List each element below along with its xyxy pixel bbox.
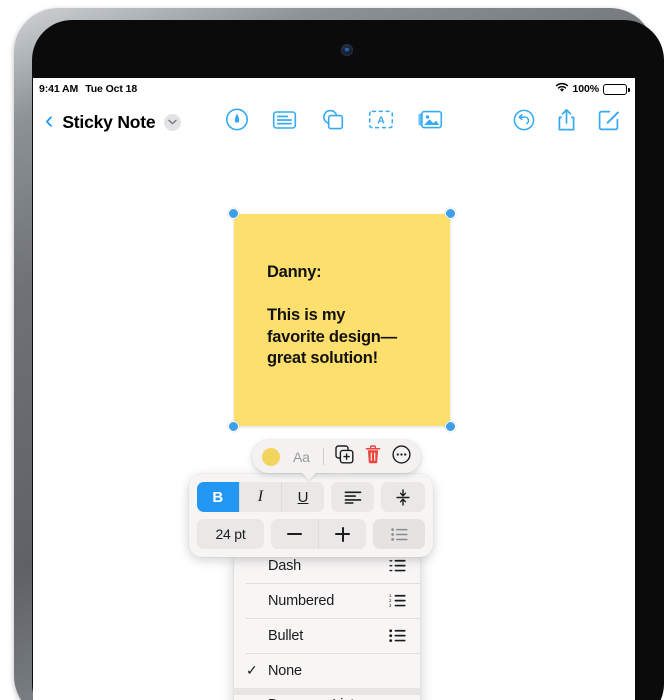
wifi-icon <box>555 82 569 96</box>
list-style-button[interactable] <box>373 519 425 549</box>
status-bar-left: 9:41 AM Tue Oct 18 <box>39 83 137 95</box>
duplicate-icon[interactable] <box>335 444 354 469</box>
format-row-style: B I U <box>197 482 425 512</box>
sticky-note-object[interactable]: Danny: This is my favorite design— great… <box>228 208 456 432</box>
object-toolbar: Aa <box>252 440 421 480</box>
nav-bar-left: ‹ Sticky Note <box>45 108 182 136</box>
status-date: Tue Oct 18 <box>85 83 138 95</box>
battery-icon <box>603 83 630 95</box>
more-ellipsis-icon[interactable] <box>392 444 411 469</box>
plus-icon <box>335 526 351 542</box>
note-line-1: Danny: <box>267 263 322 281</box>
sticky-note-icon[interactable]: A <box>368 109 394 135</box>
increase-font-size-button[interactable] <box>319 519 367 549</box>
selection-handle-top-left[interactable] <box>228 208 239 219</box>
text-box-icon[interactable] <box>272 109 297 136</box>
list-bullet-icon <box>389 629 406 642</box>
nav-bar-right <box>513 108 621 137</box>
menu-item-bullet[interactable]: Bullet <box>234 618 420 653</box>
font-size-field[interactable]: 24 pt <box>197 519 265 549</box>
menu-label-numbered: Numbered <box>268 592 335 609</box>
nav-bar: ‹ Sticky Note A <box>33 100 635 144</box>
text-style-button[interactable]: Aa <box>291 449 312 465</box>
text-style-segmented-control: B I U <box>197 482 324 512</box>
note-blank-line <box>267 284 440 305</box>
toolbar-divider <box>322 448 324 465</box>
compose-icon[interactable] <box>598 108 621 136</box>
list-style-menu: Dash Numbered 1 2 3 Bullet ✓ None <box>234 548 420 700</box>
shapes-icon[interactable] <box>321 108 345 136</box>
note-line-4: great solution! <box>267 349 378 368</box>
selection-handle-bottom-left[interactable] <box>228 421 239 432</box>
color-swatch-button[interactable] <box>262 447 280 466</box>
svg-text:3: 3 <box>389 603 392 607</box>
menu-item-decrease-list-level[interactable]: Decrease List Level <box>234 695 420 700</box>
status-bar-right: 100% <box>555 82 630 96</box>
svg-text:A: A <box>377 115 385 127</box>
document-canvas[interactable]: Danny: This is my favorite design— great… <box>33 144 635 700</box>
align-left-icon[interactable] <box>330 482 375 512</box>
page-title: Sticky Note <box>62 111 156 132</box>
font-size-stepper <box>271 519 367 549</box>
menu-separator <box>234 688 420 695</box>
selection-handle-top-right[interactable] <box>445 208 456 219</box>
bold-button[interactable]: B <box>197 482 240 512</box>
nav-bar-tools: A <box>226 108 443 136</box>
media-icon[interactable] <box>418 109 443 135</box>
menu-label-dash: Dash <box>268 557 302 574</box>
list-numbered-icon: 1 2 3 <box>389 594 406 607</box>
menu-label-none: None <box>268 662 302 679</box>
note-line-2: This is my <box>267 305 346 324</box>
toolbar-pointer <box>301 472 317 480</box>
menu-item-none[interactable]: ✓ None <box>234 653 420 688</box>
note-line-3: favorite design— <box>267 327 397 346</box>
share-icon[interactable] <box>557 108 576 137</box>
vertical-center-align-icon[interactable] <box>381 482 425 512</box>
menu-label-decrease-list-level: Decrease List Level <box>246 697 389 700</box>
trash-icon[interactable] <box>365 444 381 469</box>
selection-handle-bottom-right[interactable] <box>445 421 456 432</box>
italic-button[interactable]: I <box>239 482 283 512</box>
pen-circle-icon[interactable] <box>226 108 249 136</box>
undo-icon[interactable] <box>513 109 535 136</box>
screenshot-stage: 9:41 AM Tue Oct 18 100% ‹ Sticky Note A … <box>0 0 668 700</box>
menu-check-none: ✓ <box>246 662 258 678</box>
minus-icon <box>287 533 303 535</box>
text-format-panel: B I U 24 pt <box>189 466 433 557</box>
back-chevron-icon[interactable]: ‹ <box>45 108 53 136</box>
front-camera-icon <box>341 44 353 56</box>
status-time: 9:41 AM <box>39 83 79 95</box>
sticky-note-text[interactable]: Danny: This is my favorite design— great… <box>267 262 440 370</box>
status-bar: 9:41 AM Tue Oct 18 100% <box>33 78 635 100</box>
ipad-screen: 9:41 AM Tue Oct 18 100% ‹ Sticky Note A … <box>33 78 635 700</box>
underline-button[interactable]: U <box>282 482 324 512</box>
format-row-size: 24 pt <box>197 519 425 549</box>
list-dash-icon <box>389 559 406 572</box>
menu-label-bullet: Bullet <box>268 627 304 644</box>
menu-item-numbered[interactable]: Numbered 1 2 3 <box>234 583 420 618</box>
battery-percent: 100% <box>572 83 600 95</box>
decrease-font-size-button[interactable] <box>271 519 320 549</box>
chevron-down-icon[interactable] <box>164 113 182 131</box>
